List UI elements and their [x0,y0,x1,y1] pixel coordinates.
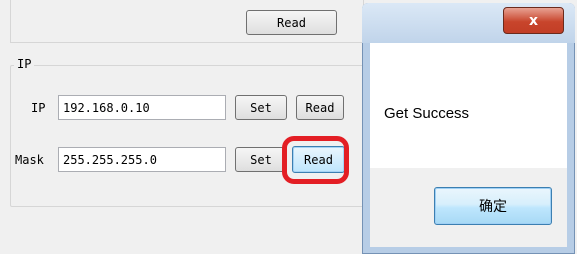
dialog-message: Get Success [384,105,470,122]
highlight-annotation [282,136,349,184]
mask-set-button[interactable]: Set [235,147,287,172]
ip-label: IP [31,101,46,115]
ok-button[interactable]: 确定 [434,187,552,225]
ip-field[interactable]: 192.168.0.10 [58,95,226,120]
ip-group-title: IP [14,57,35,71]
top-read-button[interactable]: Read [246,10,337,35]
ip-read-button[interactable]: Read [296,95,344,120]
mask-field[interactable]: 255.255.255.0 [58,147,226,172]
mask-label: Mask [15,153,44,167]
close-icon[interactable]: x [503,7,564,34]
ip-set-button[interactable]: Set [235,95,287,120]
